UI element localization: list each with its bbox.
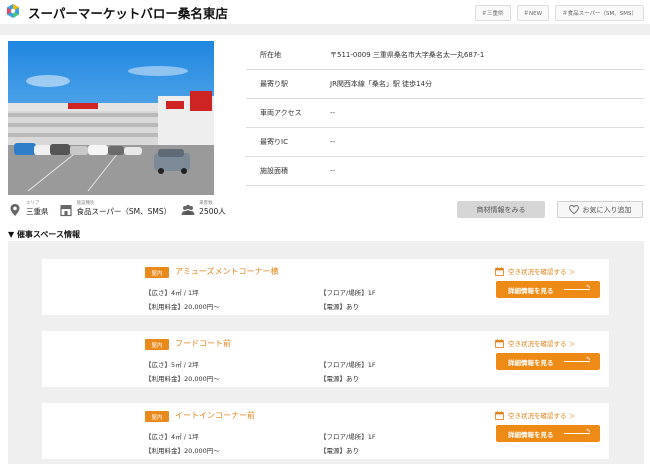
event-space-card: 屋内 イートインコーナー前 【広さ】4㎡ / 1坪 【利用料金】20,000円〜…: [42, 403, 609, 459]
check-availability-link[interactable]: 空き状況を確認する ＞: [495, 410, 575, 420]
event-power: 【電源】あり: [320, 447, 359, 455]
stat-facility-type: 施設種別 食品スーパー（SM、SMS）: [59, 200, 172, 217]
tag-new[interactable]: ＃NEW: [516, 5, 550, 21]
info-row-car-access: 車両アクセス --: [246, 99, 644, 128]
event-power: 【電源】あり: [320, 303, 359, 311]
people-icon: [181, 204, 195, 215]
info-row-ic: 最寄りIC --: [246, 128, 644, 157]
event-space-section-title: ▼ 催事スペース情報: [8, 230, 80, 239]
availability-label: 空き状況を確認する ＞: [508, 340, 576, 348]
view-products-button[interactable]: 商材情報をみる: [457, 201, 545, 218]
availability-label: 空き状況を確認する ＞: [508, 412, 576, 420]
info-row-address: 所在地 〒511-0009 三重県桑名市大字桑名太一丸687-1: [246, 41, 644, 70]
calendar-icon: [495, 410, 504, 420]
page-title: スーパーマーケットバロー桑名東店: [28, 6, 228, 21]
event-power: 【電源】あり: [320, 375, 359, 383]
info-row-station: 最寄り駅 JR関西本線「桑名」駅 徒歩14分: [246, 70, 644, 99]
event-space-name[interactable]: アミューズメントコーナー横: [175, 266, 278, 277]
info-key: 最寄り駅: [260, 80, 288, 88]
favorite-label: お気に入り追加: [582, 205, 632, 214]
view-details-button[interactable]: 詳細情報を見る: [496, 425, 600, 442]
info-key: 所在地: [260, 51, 281, 59]
info-key: 車両アクセス: [260, 109, 302, 117]
details-label: 詳細情報を見る: [508, 430, 554, 439]
info-value: --: [330, 138, 336, 146]
location-pin-icon: [10, 204, 20, 216]
calendar-icon: [495, 338, 504, 348]
site-logo-icon[interactable]: [6, 4, 20, 18]
stat-value: 食品スーパー（SM、SMS）: [76, 207, 172, 216]
event-fee: 【利用料金】20,000円〜: [145, 447, 220, 455]
details-label: 詳細情報を見る: [508, 286, 554, 295]
event-fee: 【利用料金】20,000円〜: [145, 303, 220, 311]
indoor-badge: 屋内: [145, 339, 169, 350]
heart-icon: [568, 205, 579, 214]
info-value: JR関西本線「桑名」駅 徒歩14分: [330, 80, 433, 88]
calendar-icon: [495, 266, 504, 276]
event-space-card: 屋内 フードコート前 【広さ】5㎡ / 2坪 【利用料金】20,000円〜 【フ…: [42, 331, 609, 387]
event-area: 【広さ】5㎡ / 2坪: [145, 361, 199, 369]
event-space-name[interactable]: フードコート前: [175, 338, 231, 349]
event-fee: 【利用料金】20,000円〜: [145, 375, 220, 383]
indoor-badge: 屋内: [145, 267, 169, 278]
stat-visitors: 来客数 2500人: [181, 200, 226, 217]
info-value: 〒511-0009 三重県桑名市大字桑名太一丸687-1: [330, 51, 485, 59]
view-details-button[interactable]: 詳細情報を見る: [496, 353, 600, 370]
store-stats: エリア 三重県 施設種別 食品スーパー（SM、SMS） 来客数 2500人: [8, 200, 226, 217]
view-details-button[interactable]: 詳細情報を見る: [496, 281, 600, 298]
arrow-right-icon: [564, 361, 590, 362]
availability-label: 空き状況を確認する ＞: [508, 268, 576, 276]
store-info-table: 所在地 〒511-0009 三重県桑名市大字桑名太一丸687-1 最寄り駅 JR…: [246, 41, 644, 186]
event-space-card: 屋内 アミューズメントコーナー横 【広さ】4㎡ / 1坪 【利用料金】20,00…: [42, 259, 609, 315]
tag-category[interactable]: ＃食品スーパー（SM、SMS）: [555, 5, 644, 21]
event-floor: 【フロア/場所】1F: [320, 433, 376, 441]
info-value: --: [330, 109, 336, 117]
info-key: 最寄りIC: [260, 138, 288, 146]
arrow-right-icon: [564, 289, 590, 290]
event-area: 【広さ】4㎡ / 1坪: [145, 433, 199, 441]
info-value: --: [330, 167, 336, 175]
info-row-area: 施設面積 --: [246, 157, 644, 186]
add-favorite-button[interactable]: お気に入り追加: [557, 201, 643, 218]
event-floor: 【フロア/場所】1F: [320, 289, 376, 297]
arrow-right-icon: [564, 433, 590, 434]
event-floor: 【フロア/場所】1F: [320, 361, 376, 369]
header-divider-band: [0, 24, 650, 35]
tag-area[interactable]: ＃三重県: [474, 5, 511, 21]
page-header: スーパーマーケットバロー桑名東店 ＃三重県 ＃NEW ＃食品スーパー（SM、SM…: [0, 0, 650, 24]
tag-list: ＃三重県 ＃NEW ＃食品スーパー（SM、SMS）: [474, 5, 644, 21]
check-availability-link[interactable]: 空き状況を確認する ＞: [495, 266, 575, 276]
check-availability-link[interactable]: 空き状況を確認する ＞: [495, 338, 575, 348]
stat-area: エリア 三重県: [8, 200, 49, 217]
event-space-name[interactable]: イートインコーナー前: [175, 410, 255, 421]
store-icon: [59, 205, 72, 217]
stat-value: 2500人: [199, 207, 226, 216]
stat-value: 三重県: [26, 207, 49, 216]
store-photo: [8, 41, 214, 195]
indoor-badge: 屋内: [145, 411, 169, 422]
event-area: 【広さ】4㎡ / 1坪: [145, 289, 199, 297]
info-key: 施設面積: [260, 167, 288, 175]
details-label: 詳細情報を見る: [508, 358, 554, 367]
